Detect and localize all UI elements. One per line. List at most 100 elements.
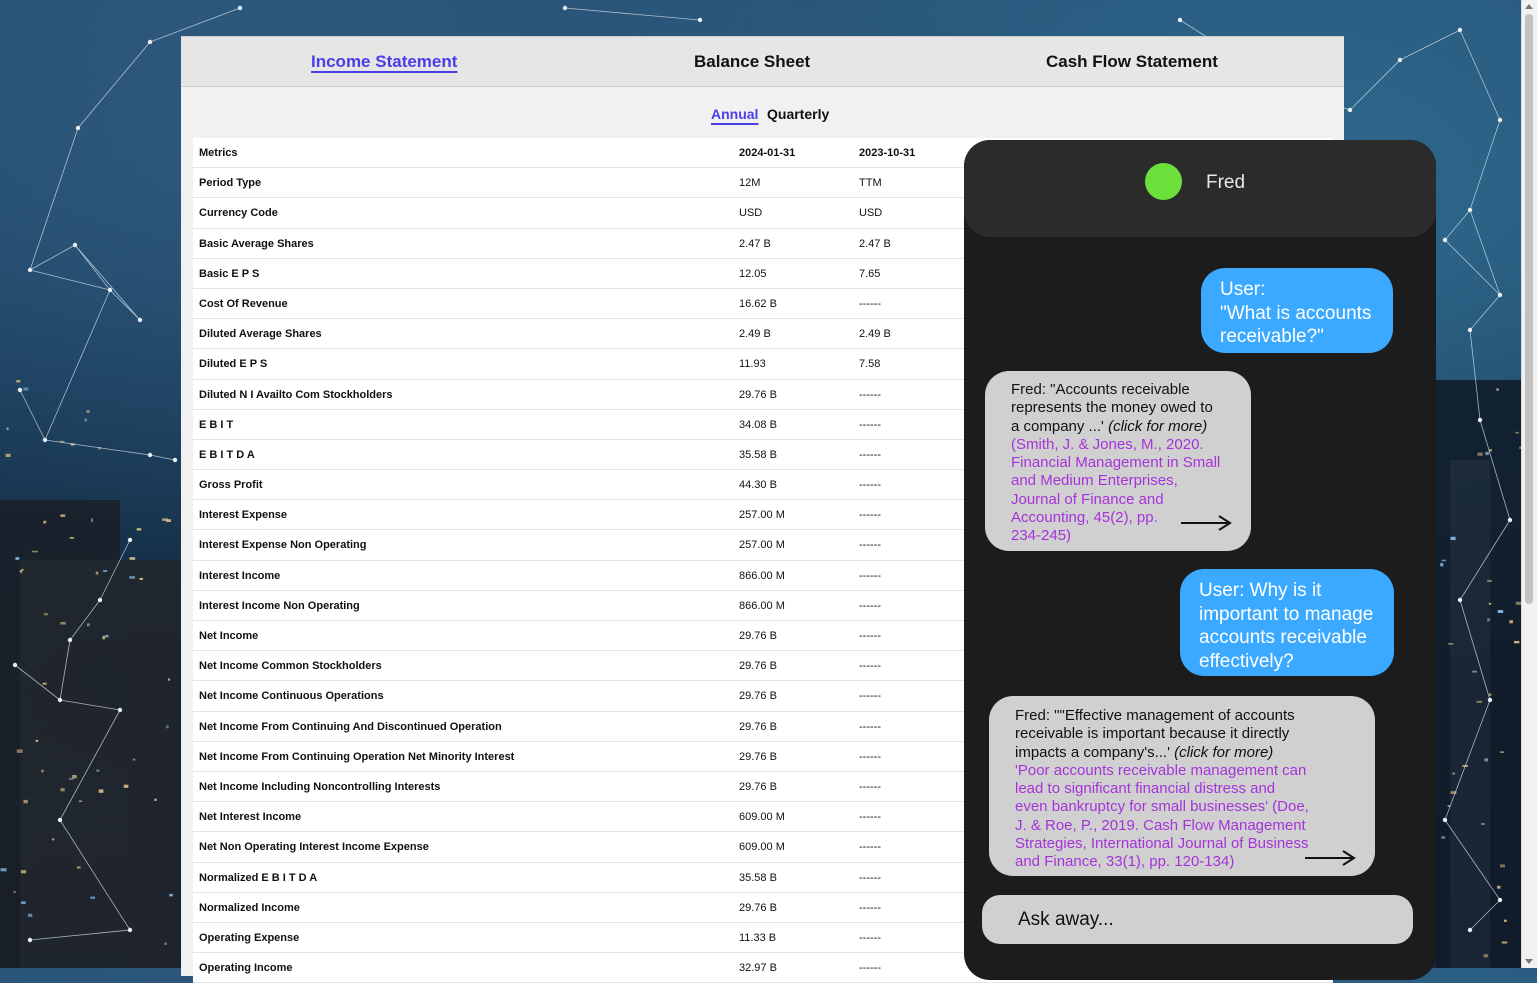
message-line: receivable?" [1220,326,1324,347]
fred-message[interactable]: Fred: "Accounts receivable represents th… [985,371,1251,551]
online-status-icon [1145,163,1182,200]
metric-value: 12.05 [739,267,767,280]
arrow-right-icon[interactable] [1305,850,1357,866]
metric-name: Net Income From Continuing Operation Net… [199,750,515,763]
message-line: effectively? [1199,650,1294,672]
statement-tabs: Income Statement Balance Sheet Cash Flow… [181,36,1344,87]
period-quarterly[interactable]: Quarterly [767,106,829,122]
header-period-1: 2024-01-31 [739,147,796,159]
scroll-down-icon[interactable] [1525,959,1533,964]
metric-name: Operating Income [199,962,293,975]
message-line: "What is accounts [1220,302,1372,324]
metric-name: Interest Income Non Operating [199,599,360,612]
arrow-right-icon[interactable] [1181,515,1233,531]
metric-name: Basic Average Shares [199,237,314,250]
metric-value: 29.76 B [739,720,777,733]
metric-value: TTM [859,177,882,190]
metric-name: Interest Expense Non Operating [199,539,367,552]
metric-value: 257.00 M [739,509,785,522]
user-message: User: "What is accounts receivable?" [1201,268,1393,353]
header-metrics: Metrics [199,147,238,159]
click-for-more-link[interactable]: (click for more) [1108,418,1207,435]
citation-line: (Smith, J. & Jones, M., 2020. [1011,435,1204,453]
metric-value: 866.00 M [739,599,785,612]
metric-value: ------ [859,599,881,612]
metric-name: Period Type [199,177,262,190]
metric-value: ------ [859,750,881,763]
citation-line: and Medium Enterprises, [1011,472,1178,490]
metric-value: 2.47 B [859,237,891,250]
message-line: Fred: ""Effective management of accounts [1015,707,1295,724]
message-line: Fred: "Accounts receivable [1011,381,1190,398]
metric-name: Operating Expense [199,931,300,944]
metric-value: 29.76 B [739,630,777,642]
metric-value: ------ [859,509,881,522]
message-line: accounts receivable [1199,627,1367,648]
metric-value: ------ [859,539,881,552]
message-line: User: Why is it [1199,580,1322,601]
metric-value: ------ [859,780,881,793]
metric-value: 2.49 B [739,328,771,341]
metric-value: USD [739,207,763,220]
tab-cash-flow-statement[interactable]: Cash Flow Statement [1046,52,1218,72]
metric-value: 7.65 [859,267,881,280]
metric-name: Net Income Including Noncontrolling Inte… [199,780,441,793]
metric-value: 29.76 B [739,388,777,401]
metric-value: ------ [859,448,881,461]
metric-value: ------ [859,297,881,310]
metric-value: ------ [859,871,881,884]
page-scrollbar[interactable] [1521,0,1537,968]
metric-name: Net Income Common Stockholders [199,660,382,673]
metric-name: Basic E P S [199,267,260,280]
metric-value: 29.76 B [739,901,777,914]
chat-input-box[interactable] [982,895,1413,944]
period-annual[interactable]: Annual [711,106,758,122]
metric-name: Net Interest Income [199,811,302,824]
metric-value: 29.76 B [739,690,777,703]
metric-name: Interest Income [199,569,281,582]
chat-input[interactable] [1016,905,1400,935]
metric-value: 35.58 B [739,871,777,884]
metric-value: 2.49 B [859,328,891,341]
click-for-more-link[interactable]: (click for more) [1174,744,1273,761]
metric-name: Net Income Continuous Operations [199,690,384,703]
citation-line: even bankruptcy for small businesses' (D… [1015,798,1309,816]
metric-name: E B I T [199,418,234,431]
fred-message[interactable]: Fred: ""Effective management of accounts… [989,696,1375,876]
metric-value: ------ [859,630,881,642]
metric-value: ------ [859,479,881,492]
scroll-up-icon[interactable] [1525,4,1533,9]
metric-value: 29.76 B [739,750,777,763]
metric-name: Normalized Income [199,901,300,914]
metric-value: 34.08 B [739,418,777,431]
metric-value: 609.00 M [739,841,785,854]
metric-value: 11.33 B [739,931,777,944]
tab-balance-sheet[interactable]: Balance Sheet [694,52,810,72]
metric-value: 29.76 B [739,780,777,793]
metric-value: ------ [859,690,881,703]
metric-value: ------ [859,901,881,914]
scroll-thumb[interactable] [1525,14,1533,604]
metric-value: ------ [859,931,881,944]
metric-value: ------ [859,388,881,401]
citation-line: Journal of Finance and [1011,490,1164,508]
chat-header: Fred [964,140,1436,237]
metric-name: Diluted N I Availto Com Stockholders [199,388,393,401]
citation-line: lead to significant financial distress a… [1015,780,1276,798]
metric-name: Diluted Average Shares [199,328,322,341]
citation-line: Financial Management in Small [1011,454,1221,472]
chat-widget: Fred User: "What is accounts receivable?… [964,140,1436,980]
metric-name: Net Income [199,630,259,642]
citation-line: J. & Roe, P., 2019. Cash Flow Management [1015,816,1306,834]
metric-value: 32.97 B [739,962,777,975]
metric-value: 11.93 [739,358,766,371]
message-line: a company ...' [1011,417,1104,435]
metric-value: ------ [859,418,881,431]
message-line: User: [1220,279,1266,300]
metric-name: Net Non Operating Interest Income Expens… [199,841,429,854]
metric-value: 12M [739,177,761,190]
metric-value: ------ [859,841,881,854]
metric-name: Diluted E P S [199,358,268,371]
message-line: receivable is important because it direc… [1015,725,1290,743]
tab-income-statement[interactable]: Income Statement [311,52,457,72]
